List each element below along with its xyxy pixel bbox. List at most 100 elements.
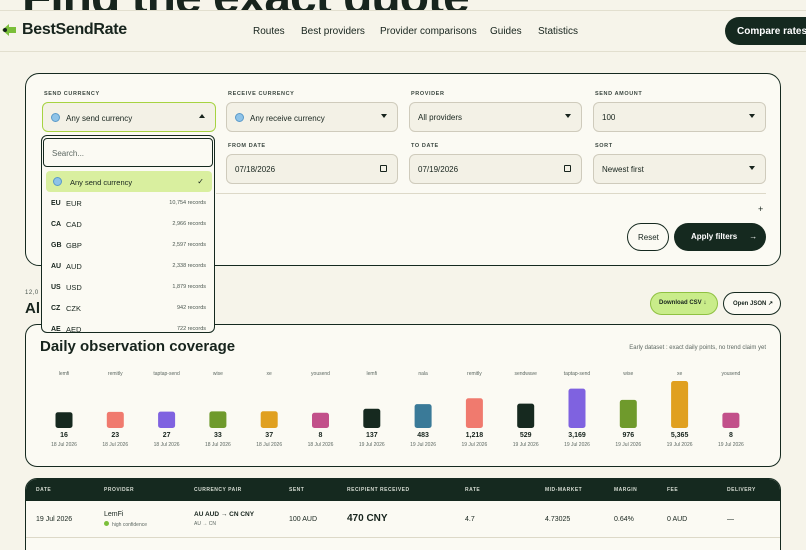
nav-link-guides[interactable]: Guides (490, 26, 522, 37)
chart-category-label: nala (418, 371, 428, 377)
cell-mid-market: 4.73025 (545, 516, 571, 523)
chart-category-label: yousend (311, 371, 330, 377)
chart-value-label: 137 (366, 432, 378, 439)
chart-value-label: 483 (417, 432, 429, 439)
dropdown-option-czk[interactable]: CZ CZK 942 records (46, 297, 212, 318)
row-divider (26, 537, 780, 538)
th-currency-pair[interactable]: CURRENCY PAIR (194, 487, 242, 493)
nav-link-statistics[interactable]: Statistics (538, 26, 578, 37)
cell-date: 19 Jul 2026 (36, 516, 73, 523)
flag-icon: CZ (51, 305, 61, 312)
send-currency-select[interactable]: Any send currency (42, 102, 216, 132)
option-code: CZK (66, 304, 81, 313)
chart-date-label: 18 Jul 2026 (256, 442, 282, 448)
cell-received: 470 CNY (347, 513, 388, 524)
flag-icon: AU (51, 263, 62, 270)
chart-value-label: 1,218 (466, 432, 484, 439)
chart-date-label: 19 Jul 2026 (359, 442, 385, 448)
chevron-down-icon (381, 114, 387, 118)
chart-date-label: 19 Jul 2026 (513, 442, 539, 448)
chart-date-label: 18 Jul 2026 (205, 442, 231, 448)
option-code: GBP (66, 241, 82, 250)
send-amount-value: 100 (602, 113, 616, 122)
expand-plus-icon[interactable]: + (758, 204, 763, 214)
dropdown-option-aed[interactable]: AE AED 722 records (46, 318, 212, 332)
chart-category-label: remitly (108, 371, 123, 377)
table-header: DATE PROVIDER CURRENCY PAIR SENT RECIPIE… (26, 479, 780, 501)
divider (216, 193, 766, 194)
chart-value-label: 5,365 (671, 432, 689, 439)
flag-icon: US (51, 284, 61, 291)
dropdown-option-any[interactable]: Any send currency ✓ (46, 171, 212, 192)
from-date-value: 07/18/2026 (235, 165, 276, 174)
th-mid-market[interactable]: MID-MARKET (545, 487, 582, 493)
globe-icon (235, 113, 244, 122)
chart-value-label: 27 (163, 432, 171, 439)
chart-date-label: 18 Jul 2026 (154, 442, 180, 448)
from-date-input[interactable]: 07/18/2026 (226, 154, 398, 184)
dropdown-option-eur[interactable]: EU EUR 10,754 records (46, 192, 212, 213)
chart-category-label: wise (213, 371, 223, 377)
th-delivery[interactable]: DELIVERY (727, 487, 756, 493)
compare-rates-button[interactable]: Compare rates (725, 17, 806, 45)
th-recipient-received[interactable]: RECIPIENT RECEIVED (347, 487, 410, 493)
th-fee[interactable]: FEE (667, 487, 678, 493)
provider-select[interactable]: All providers (409, 102, 582, 132)
open-json-button[interactable]: Open JSON ↗ (723, 292, 781, 315)
flag-icon: EU (51, 200, 61, 207)
th-sent[interactable]: SENT (289, 487, 304, 493)
nav-link-routes[interactable]: Routes (253, 26, 285, 37)
to-date-value: 07/19/2026 (418, 165, 459, 174)
brand-name: BestSendRate (22, 21, 127, 38)
dropdown-option-usd[interactable]: US USD 1,879 records (46, 276, 212, 297)
option-code: AUD (66, 262, 82, 271)
confidence-dot-icon (104, 521, 109, 526)
send-currency-label: SEND CURRENCY (44, 91, 100, 97)
chart-value-label: 8 (319, 432, 323, 439)
th-provider[interactable]: PROVIDER (104, 487, 134, 493)
dropdown-option-gbp[interactable]: GB GBP 2,597 records (46, 234, 212, 255)
th-date[interactable]: DATE (36, 487, 51, 493)
cell-margin: 0.64% (614, 516, 634, 523)
chart-category-label: yousend (721, 371, 740, 377)
chart-bar (722, 412, 740, 428)
receive-currency-label: RECEIVE CURRENCY (228, 91, 295, 97)
chart-category-label: taptap-send (153, 371, 180, 377)
chart-value-label: 8 (729, 432, 733, 439)
reset-button[interactable]: Reset (627, 223, 669, 251)
sort-select[interactable]: Newest first (593, 154, 766, 184)
coverage-chart: lemfi 16 18 Jul 2026 remitly 23 18 Jul 2026 ta… (51, 371, 744, 448)
logo-icon (0, 21, 18, 39)
chart-bar (465, 398, 483, 428)
download-csv-button[interactable]: Download CSV ↓ (650, 292, 718, 315)
caret-up-icon (199, 114, 205, 118)
dropdown-option-aud[interactable]: AU AUD 2,338 records (46, 255, 212, 276)
calendar-icon[interactable] (380, 165, 387, 172)
calendar-icon[interactable] (564, 165, 571, 172)
chart-category-label: xe (677, 371, 683, 377)
option-records: 722 records (176, 326, 206, 332)
chart-category-label: wise (623, 371, 633, 377)
top-navigation: BestSendRate Routes Best providers Provi… (0, 10, 806, 52)
chart-value-label: 37 (265, 432, 273, 439)
cell-pair-sub: AU → CN (194, 521, 216, 527)
to-date-input[interactable]: 07/19/2026 (409, 154, 582, 184)
option-code: USD (66, 283, 82, 292)
option-label: Any send currency (70, 178, 133, 187)
send-currency-value: Any send currency (66, 114, 133, 123)
send-amount-select[interactable]: 100 (593, 102, 766, 132)
brand-logo[interactable]: BestSendRate (0, 21, 127, 39)
to-date-label: TO DATE (411, 143, 439, 149)
send-amount-label: SEND AMOUNT (595, 91, 643, 97)
receive-currency-value: Any receive currency (250, 114, 325, 123)
th-margin[interactable]: MARGIN (614, 487, 637, 493)
currency-search-input[interactable]: Search... (43, 138, 213, 167)
nav-link-provider-comparisons[interactable]: Provider comparisons (380, 26, 477, 37)
th-rate[interactable]: RATE (465, 487, 480, 493)
apply-filters-button[interactable]: Apply filters → (674, 223, 766, 251)
receive-currency-select[interactable]: Any receive currency (226, 102, 398, 132)
cell-confidence: high confidence (104, 521, 147, 528)
dropdown-option-cad[interactable]: CA CAD 2,966 records (46, 213, 212, 234)
chart-date-label: 19 Jul 2026 (667, 442, 693, 448)
nav-link-best-providers[interactable]: Best providers (301, 26, 365, 37)
